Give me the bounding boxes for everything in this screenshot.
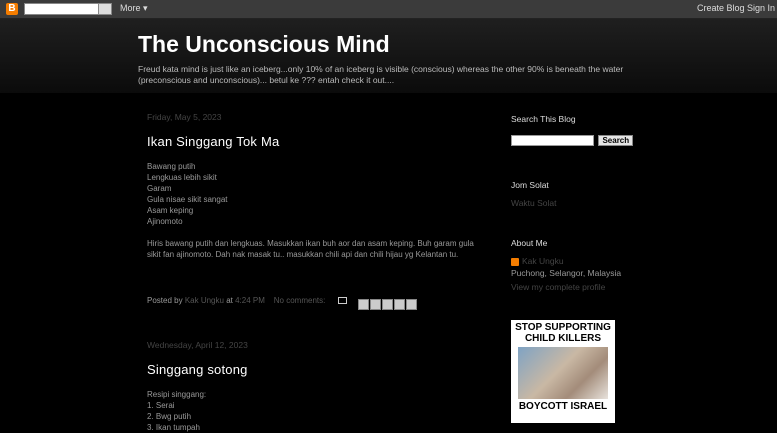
blogger-profile-icon — [511, 257, 519, 266]
blogger-logo-icon[interactable]: B — [6, 3, 18, 15]
post-line: 2. Bwg putih — [147, 412, 192, 421]
comments-link[interactable]: No comments: — [274, 296, 326, 305]
post-line: 3. Ikan tumpah — [147, 423, 200, 432]
blog-description: Freud kata mind is just like an iceberg.… — [138, 64, 624, 85]
blog-search-input[interactable] — [511, 135, 594, 147]
more-menu[interactable]: More ▾ — [120, 3, 148, 14]
post-date: Friday, May 5, 2023 — [147, 112, 222, 122]
post: Wednesday, April 12, 2023 Singgang soton… — [147, 340, 487, 433]
poster-photo — [518, 347, 608, 399]
blog-search-button[interactable]: Search — [598, 135, 634, 147]
boycott-poster-image[interactable]: STOP SUPPORTING CHILD KILLERS BOYCOTT IS… — [511, 320, 615, 423]
post-line: Asam keping — [147, 206, 194, 215]
create-blog-link[interactable]: Create Blog — [697, 3, 745, 13]
post-line: Lengkuas lebih sikit — [147, 173, 217, 182]
blog-header: The Unconscious Mind Freud kata mind is … — [0, 19, 777, 93]
sidebar: Search This Blog Search Jom Solat Waktu … — [511, 114, 641, 292]
profile-name: Kak Ungku — [511, 256, 641, 266]
about-me-title: About Me — [511, 238, 548, 248]
post-time-link[interactable]: 4:24 PM — [235, 296, 265, 305]
post-line: Gula nisae sikit sangat — [147, 195, 228, 204]
post-line: 1. Serai — [147, 401, 175, 410]
post-body: Resipi singgang: 1. Serai 2. Bwg putih 3… — [147, 389, 487, 433]
blogger-navbar: B More ▾ Create Blog Sign In — [0, 0, 777, 19]
email-post-icon[interactable] — [338, 297, 347, 304]
at-label: at — [226, 296, 233, 305]
share-buttons — [358, 296, 418, 311]
twitter-share-icon[interactable] — [382, 299, 393, 311]
blogthis-share-icon[interactable] — [370, 299, 381, 311]
profile-location: Puchong, Selangor, Malaysia — [511, 268, 622, 278]
post: Friday, May 5, 2023 Ikan Singgang Tok Ma… — [147, 112, 487, 260]
search-widget-title: Search This Blog — [511, 114, 576, 124]
post-title[interactable]: Ikan Singgang Tok Ma — [147, 134, 487, 149]
post-author-link[interactable]: Kak Ungku — [185, 296, 224, 305]
profile-name-link[interactable]: Kak Ungku — [522, 256, 564, 266]
view-profile-link[interactable]: View my complete profile — [511, 282, 641, 292]
post-footer: Posted by Kak Ungku at 4:24 PM No commen… — [147, 296, 325, 305]
post-date: Wednesday, April 12, 2023 — [147, 340, 248, 350]
search-icon[interactable] — [98, 3, 112, 15]
poster-top-text: STOP SUPPORTING CHILD KILLERS — [515, 322, 611, 344]
sign-in-link[interactable]: Sign In — [747, 3, 775, 13]
post-title[interactable]: Singgang sotong — [147, 362, 487, 377]
post-line: Resipi singgang: — [147, 390, 207, 399]
email-share-icon[interactable] — [358, 299, 369, 311]
post-line: Garam — [147, 184, 172, 193]
waktu-solat-link[interactable]: Waktu Solat — [511, 198, 641, 208]
facebook-share-icon[interactable] — [394, 299, 405, 311]
post-paragraph: Hiris bawang putih dan lengkuas. Masukka… — [147, 239, 474, 259]
post-line: Bawang putih — [147, 162, 196, 171]
blog-title[interactable]: The Unconscious Mind — [138, 31, 390, 58]
post-body: Bawang putih Lengkuas lebih sikit Garam … — [147, 161, 487, 260]
poster-bottom-text: BOYCOTT ISRAEL — [518, 401, 608, 412]
jom-solat-title: Jom Solat — [511, 180, 549, 190]
pinterest-share-icon[interactable] — [406, 299, 417, 311]
post-line: Ajinomoto — [147, 217, 183, 226]
posted-by-label: Posted by — [147, 296, 183, 305]
